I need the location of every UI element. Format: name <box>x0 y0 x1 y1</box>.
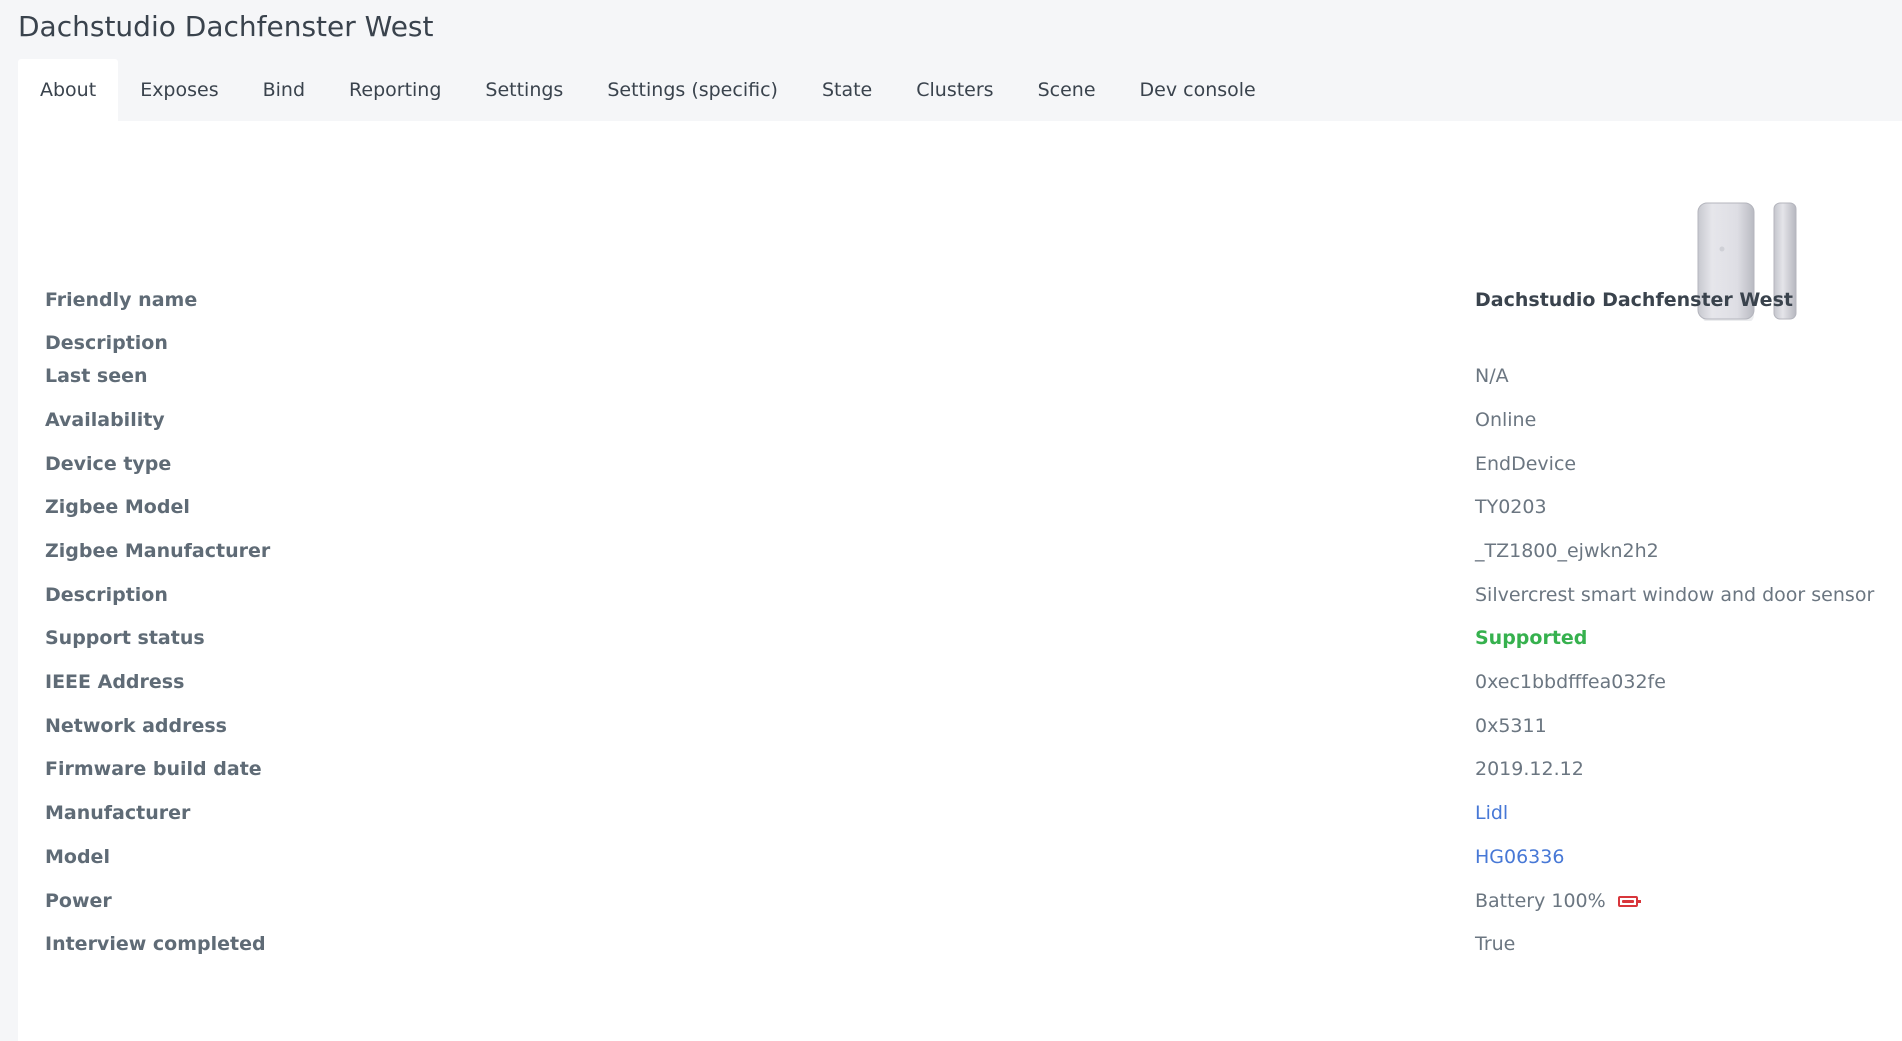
tab-about[interactable]: About <box>18 59 119 121</box>
tab-bar: About Exposes Bind Reporting Settings Se… <box>18 59 1278 121</box>
support-status-value: Supported <box>1475 627 1588 649</box>
power-value-wrap: Battery 100% <box>1475 890 1641 912</box>
tab-settings-specific[interactable]: Settings (specific) <box>585 59 800 121</box>
info-row-support-status: Support status Supported <box>18 627 1902 657</box>
tab-exposes[interactable]: Exposes <box>118 59 240 121</box>
info-row-firmware-build-date: Firmware build date 2019.12.12 <box>18 758 1902 788</box>
info-row-description-custom: Description <box>18 332 1902 362</box>
tab-clusters[interactable]: Clusters <box>894 59 1015 121</box>
availability-value: Online <box>1475 409 1537 431</box>
zigbee-model-value: TY0203 <box>1475 496 1547 518</box>
page-title: Dachstudio Dachfenster West <box>18 10 434 43</box>
battery-icon <box>1617 895 1641 907</box>
description-label: Description <box>45 584 168 606</box>
info-row-zigbee-manufacturer: Zigbee Manufacturer _TZ1800_ejwkn2h2 <box>18 540 1902 570</box>
tab-state[interactable]: State <box>800 59 894 121</box>
ieee-address-label: IEEE Address <box>45 671 185 693</box>
info-row-availability: Availability Online <box>18 409 1902 439</box>
ieee-address-value: 0xec1bbdfffea032fe <box>1475 671 1666 693</box>
friendly-name-label: Friendly name <box>45 289 198 311</box>
interview-completed-label: Interview completed <box>45 933 266 955</box>
zigbee-manufacturer-value: _TZ1800_ejwkn2h2 <box>1475 540 1659 562</box>
device-type-value: EndDevice <box>1475 453 1577 475</box>
info-row-manufacturer: Manufacturer Lidl <box>18 802 1902 832</box>
info-row-power: Power Battery 100% <box>18 890 1902 920</box>
info-row-last-seen: Last seen N/A <box>18 365 1902 395</box>
firmware-build-date-label: Firmware build date <box>45 758 262 780</box>
about-panel: Friendly name Dachstudio Dachfenster Wes… <box>18 121 1902 1041</box>
network-address-value: 0x5311 <box>1475 715 1547 737</box>
model-link[interactable]: HG06336 <box>1475 846 1564 868</box>
tab-settings[interactable]: Settings <box>463 59 585 121</box>
device-type-label: Device type <box>45 453 172 475</box>
power-label: Power <box>45 890 112 912</box>
network-address-label: Network address <box>45 715 227 737</box>
friendly-name-value: Dachstudio Dachfenster West <box>1475 289 1793 311</box>
model-value-wrap: HG06336 <box>1475 846 1564 868</box>
info-row-model: Model HG06336 <box>18 846 1902 876</box>
manufacturer-link[interactable]: Lidl <box>1475 802 1508 824</box>
info-row-ieee-address: IEEE Address 0xec1bbdfffea032fe <box>18 671 1902 701</box>
tab-dev-console[interactable]: Dev console <box>1118 59 1278 121</box>
description-custom-label: Description <box>45 332 168 354</box>
tab-reporting[interactable]: Reporting <box>327 59 463 121</box>
info-row-device-type: Device type EndDevice <box>18 453 1902 483</box>
firmware-build-date-value: 2019.12.12 <box>1475 758 1584 780</box>
support-status-label: Support status <box>45 627 205 649</box>
interview-completed-value: True <box>1475 933 1516 955</box>
info-row-zigbee-model: Zigbee Model TY0203 <box>18 496 1902 526</box>
info-row-interview-completed: Interview completed True <box>18 933 1902 963</box>
description-value: Silvercrest smart window and door sensor <box>1475 584 1875 606</box>
manufacturer-label: Manufacturer <box>45 802 191 824</box>
model-label: Model <box>45 846 110 868</box>
tab-scene[interactable]: Scene <box>1016 59 1118 121</box>
last-seen-value: N/A <box>1475 365 1509 387</box>
zigbee-model-label: Zigbee Model <box>45 496 190 518</box>
info-row-friendly-name: Friendly name Dachstudio Dachfenster Wes… <box>18 289 1902 319</box>
info-row-description: Description Silvercrest smart window and… <box>18 584 1902 614</box>
zigbee-manufacturer-label: Zigbee Manufacturer <box>45 540 271 562</box>
info-row-network-address: Network address 0x5311 <box>18 715 1902 745</box>
manufacturer-value-wrap: Lidl <box>1475 802 1508 824</box>
tab-bind[interactable]: Bind <box>241 59 327 121</box>
power-value: Battery 100% <box>1475 890 1606 912</box>
availability-label: Availability <box>45 409 165 431</box>
last-seen-label: Last seen <box>45 365 148 387</box>
